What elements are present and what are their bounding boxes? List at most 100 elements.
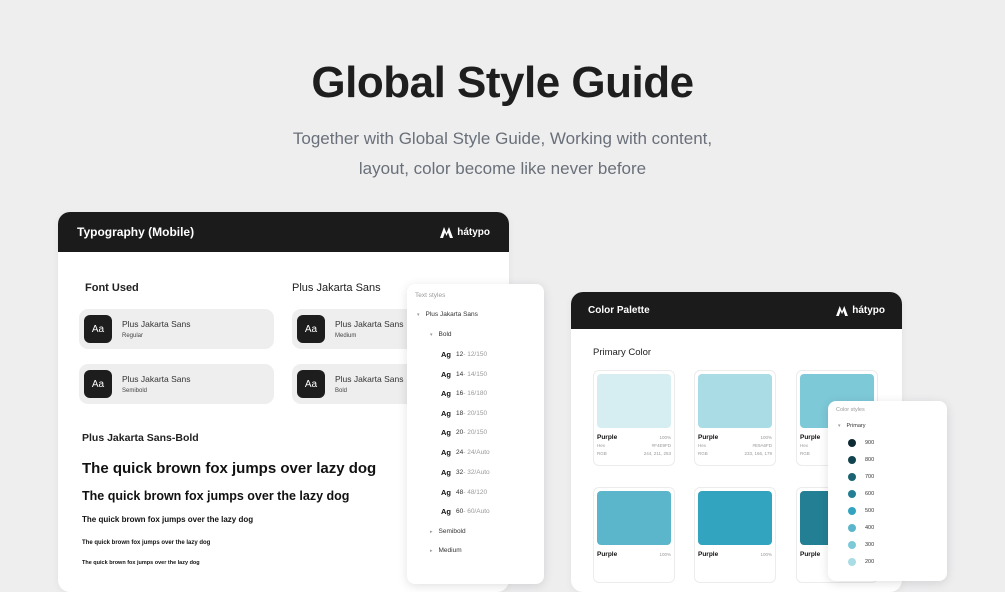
color-dot-icon bbox=[848, 524, 856, 532]
color-swatch-card[interactable]: Purple 100% Hex #F4E9FD RGB 244, 211, 25… bbox=[593, 370, 675, 466]
swatch-name: Purple bbox=[597, 551, 618, 558]
brand-logo: hátypo bbox=[440, 226, 490, 238]
text-style-item[interactable]: Ag 48 - 48/120 bbox=[441, 488, 487, 497]
color-style-group[interactable]: ▾ Primary bbox=[838, 423, 865, 429]
logo-icon bbox=[836, 305, 849, 316]
swatch-rgb-label: RGB bbox=[800, 451, 810, 456]
text-style-spec: - 60/Auto bbox=[463, 508, 490, 515]
font-preview-icon: Aa bbox=[84, 315, 112, 343]
swatch-hex-label: Hex bbox=[800, 443, 809, 448]
text-style-item[interactable]: Ag 32 - 32/Auto bbox=[441, 468, 490, 477]
subtitle-line: Together with Global Style Guide, Workin… bbox=[292, 129, 713, 148]
text-style-subgroup-label: Bold bbox=[438, 331, 452, 338]
text-style-spec: - 14/150 bbox=[463, 371, 488, 378]
text-style-glyph: Ag bbox=[441, 370, 451, 379]
text-style-size: 12 bbox=[456, 351, 464, 358]
swatch-rgb: 233, 166, 179 bbox=[744, 451, 772, 456]
color-card-header: Color Palette hátypo bbox=[571, 292, 902, 329]
color-dot-icon bbox=[848, 439, 856, 447]
text-style-size: 16 bbox=[456, 390, 464, 397]
typography-card-header: Typography (Mobile) hátypo bbox=[58, 212, 509, 252]
logo-icon bbox=[440, 226, 454, 238]
color-style-group-label: Primary bbox=[846, 423, 866, 429]
color-swatch bbox=[597, 374, 671, 428]
swatch-opacity: 100% bbox=[659, 435, 671, 440]
color-styles-header: Color styles bbox=[836, 407, 865, 413]
color-style-label: 600 bbox=[865, 491, 875, 497]
color-style-item[interactable]: 900 bbox=[848, 439, 874, 447]
chevron-down-icon: ▾ bbox=[430, 331, 433, 338]
text-style-glyph: Ag bbox=[441, 428, 451, 437]
text-style-spec: - 20/150 bbox=[463, 410, 488, 417]
color-dot-icon bbox=[848, 541, 856, 549]
text-style-subgroup-label: Semibold bbox=[438, 528, 466, 535]
primary-color-heading: Primary Color bbox=[593, 347, 652, 358]
text-style-item[interactable]: Ag 14 - 14/150 bbox=[441, 370, 487, 379]
font-weight: Bold bbox=[335, 388, 348, 394]
color-style-item[interactable]: 300 bbox=[848, 541, 874, 549]
text-style-spec: - 48/120 bbox=[463, 489, 488, 496]
color-style-item[interactable]: 400 bbox=[848, 524, 874, 532]
swatch-name: Purple bbox=[800, 434, 821, 441]
text-style-glyph: Ag bbox=[441, 448, 451, 457]
color-style-item[interactable]: 600 bbox=[848, 490, 874, 498]
color-swatch-card[interactable]: Purple 100% bbox=[593, 487, 675, 583]
swatch-hex-label: Hex bbox=[698, 443, 707, 448]
color-dot-icon bbox=[848, 473, 856, 481]
text-style-spec: - 12/150 bbox=[463, 351, 488, 358]
text-style-size: 32 bbox=[456, 469, 464, 476]
color-styles-panel: Color styles ▾ Primary 900 800 700 600 5… bbox=[828, 401, 947, 581]
swatch-name: Purple bbox=[698, 551, 719, 558]
font-preview-icon: Aa bbox=[297, 315, 325, 343]
color-style-label: 500 bbox=[865, 508, 875, 514]
color-style-label: 700 bbox=[865, 474, 875, 480]
text-style-item[interactable]: Ag 16 - 16/180 bbox=[441, 389, 487, 398]
page-title: Global Style Guide bbox=[311, 58, 694, 107]
text-style-item[interactable]: Ag 24 - 24/Auto bbox=[441, 448, 490, 457]
color-style-label: 800 bbox=[865, 457, 875, 463]
type-sample-h3: The quick brown fox jumps over the lazy … bbox=[82, 515, 254, 524]
text-style-subgroup[interactable]: ▸ Medium bbox=[430, 547, 462, 554]
color-card-title: Color Palette bbox=[588, 305, 650, 316]
color-swatch bbox=[698, 491, 772, 545]
color-style-item[interactable]: 800 bbox=[848, 456, 874, 464]
swatch-name: Purple bbox=[698, 434, 719, 441]
color-swatch-card[interactable]: Purple 100% Hex #E9A6FD RGB 233, 166, 17… bbox=[694, 370, 776, 466]
color-style-item[interactable]: 700 bbox=[848, 473, 874, 481]
text-style-spec: - 16/180 bbox=[463, 390, 488, 397]
text-style-spec: - 20/150 bbox=[463, 429, 488, 436]
text-style-item[interactable]: Ag 20 - 20/150 bbox=[441, 428, 487, 437]
swatch-rgb-label: RGB bbox=[698, 451, 708, 456]
font-weight: Semibold bbox=[122, 388, 148, 394]
font-used-heading: Font Used bbox=[85, 282, 139, 294]
swatch-opacity: 100% bbox=[659, 552, 671, 557]
text-style-item[interactable]: Ag 18 - 20/150 bbox=[441, 409, 487, 418]
text-style-spec: - 24/Auto bbox=[463, 449, 490, 456]
text-styles-panel: Text styles ▾ Plus Jakarta Sans ▾ Bold A… bbox=[407, 284, 544, 584]
swatch-hex: #E9A6FD bbox=[752, 443, 772, 448]
color-swatch-card[interactable]: Purple 100% bbox=[694, 487, 776, 583]
typography-card-title: Typography (Mobile) bbox=[77, 225, 195, 239]
sample-heading: Plus Jakarta Sans-Bold bbox=[82, 432, 199, 444]
color-dot-icon bbox=[848, 490, 856, 498]
swatch-rgb-label: RGB bbox=[597, 451, 607, 456]
text-style-subgroup[interactable]: ▾ Bold bbox=[430, 331, 452, 338]
chevron-down-icon: ▾ bbox=[838, 423, 841, 429]
text-style-size: 20 bbox=[456, 429, 464, 436]
color-dot-icon bbox=[848, 456, 856, 464]
text-style-item[interactable]: Ag 60 - 60/Auto bbox=[441, 507, 490, 516]
text-style-subgroup[interactable]: ▸ Semibold bbox=[430, 528, 466, 535]
color-dot-icon bbox=[848, 507, 856, 515]
font-weight: Regular bbox=[122, 333, 144, 339]
font-name: Plus Jakarta Sans bbox=[335, 319, 404, 329]
swatch-opacity: 100% bbox=[760, 552, 772, 557]
text-style-group[interactable]: ▾ Plus Jakarta Sans bbox=[417, 311, 478, 318]
chevron-down-icon: ▾ bbox=[417, 311, 420, 318]
text-style-item[interactable]: Ag 12 - 12/150 bbox=[441, 350, 487, 359]
font-preview-icon: Aa bbox=[84, 370, 112, 398]
type-sample-h4: The quick brown fox jumps over the lazy … bbox=[82, 540, 211, 546]
text-style-glyph: Ag bbox=[441, 389, 451, 398]
text-style-glyph: Ag bbox=[441, 350, 451, 359]
font-name: Plus Jakarta Sans bbox=[122, 319, 191, 329]
color-style-item[interactable]: 500 bbox=[848, 507, 874, 515]
